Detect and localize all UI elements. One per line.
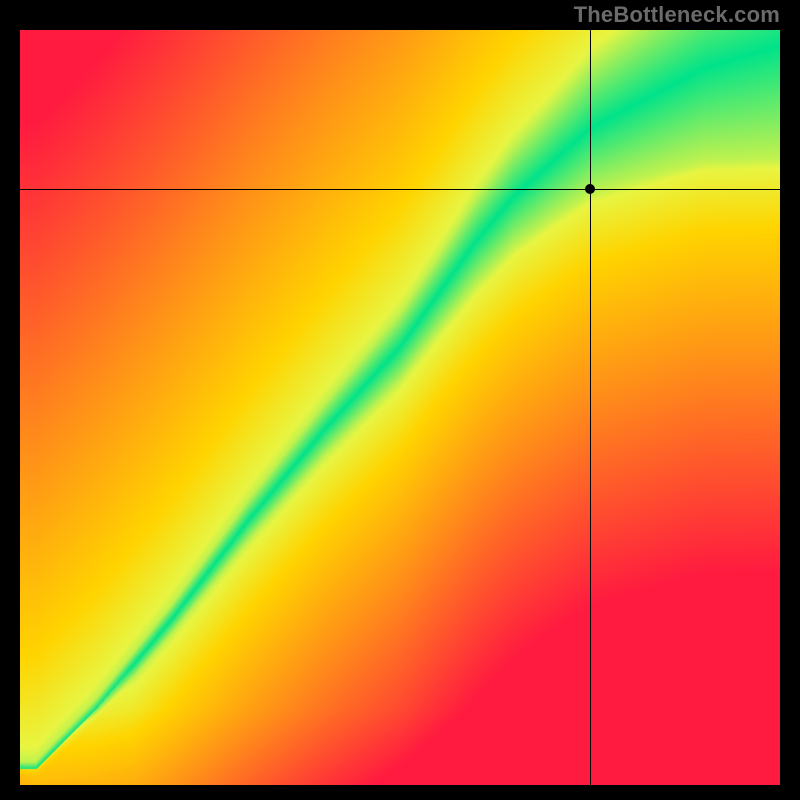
heatmap-canvas <box>20 30 780 785</box>
crosshair-horizontal <box>20 189 780 190</box>
chart-frame: TheBottleneck.com <box>0 0 800 800</box>
crosshair-vertical <box>590 30 591 785</box>
selection-marker <box>585 184 595 194</box>
heatmap-plot <box>20 30 780 785</box>
watermark-text: TheBottleneck.com <box>574 2 780 28</box>
